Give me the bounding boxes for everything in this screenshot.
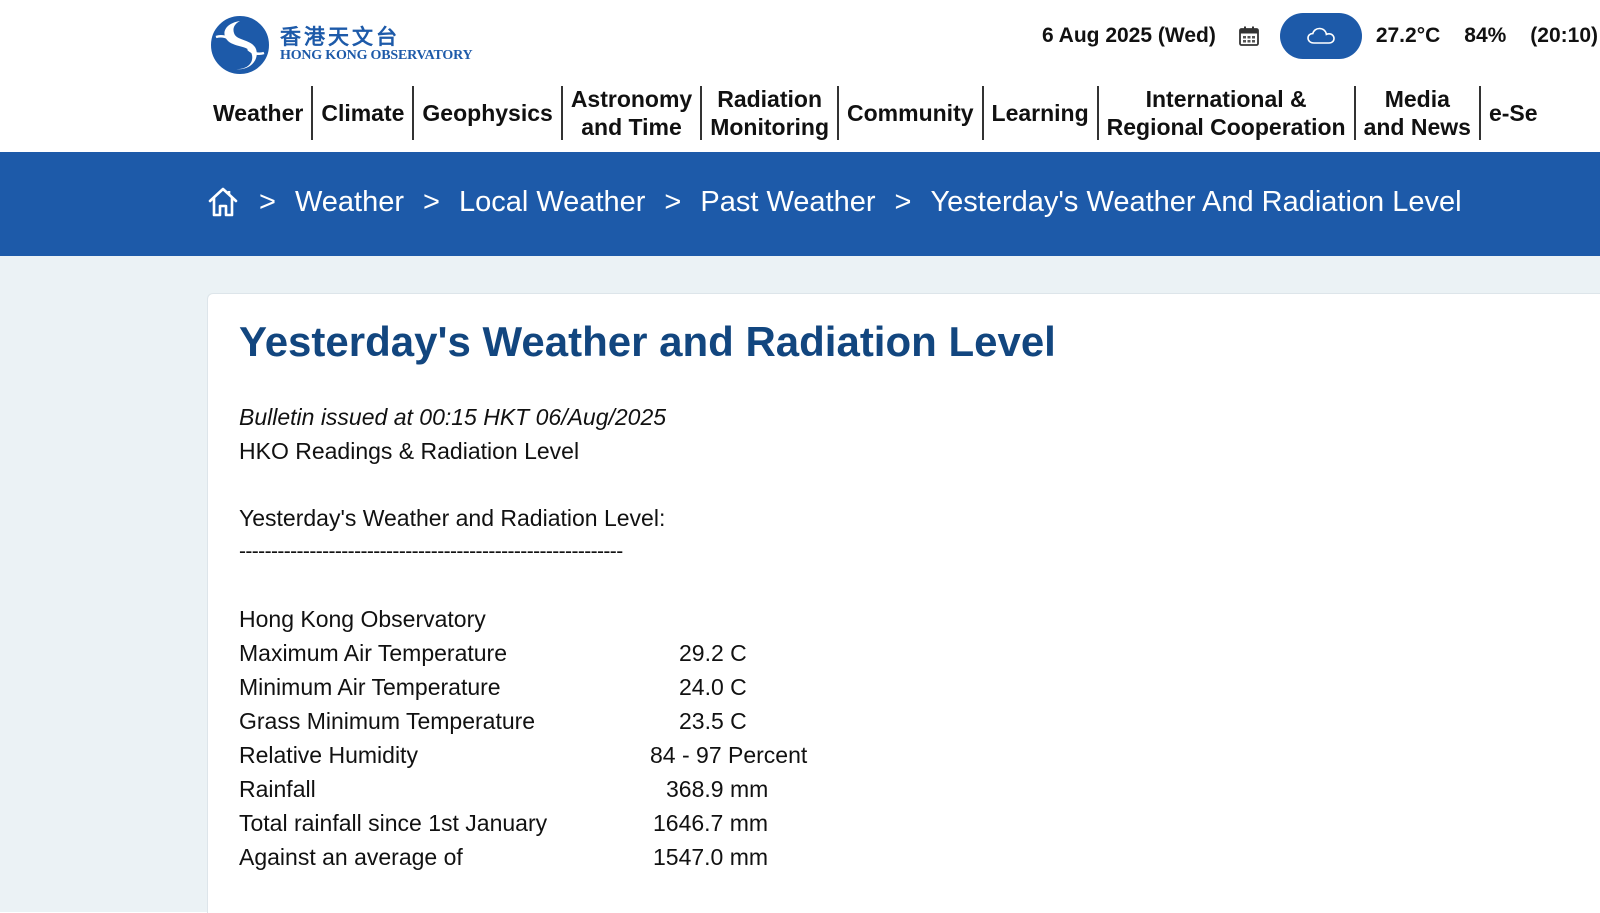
breadcrumb-separator: > [664,185,682,218]
current-time: (20:10) [1530,24,1598,47]
current-temperature: 27.2°C [1375,24,1441,47]
nav-label: Community [847,100,974,126]
nav-label: e-Se [1488,100,1538,126]
reading-value: 23.5 C [679,708,747,734]
bulletin-issued-time: Bulletin issued at 00:15 HKT 06/Aug/2025 [239,404,667,430]
reading-row: Relative Humidity 84 - 97 Percent [239,738,807,772]
breadcrumb-past-weather[interactable]: Past Weather [700,186,875,219]
reading-value: 1646.7 mm [653,810,769,836]
reading-label: Minimum Air Temperature [239,674,501,700]
nav-label-line1: Astronomy [570,86,693,112]
nav-weather[interactable]: Weather [205,86,311,140]
calendar-icon[interactable] [1238,25,1260,47]
breadcrumb-separator: > [259,185,276,218]
reading-row: Maximum Air Temperature 29.2 C [239,636,747,670]
reading-label: Against an average of [239,844,463,870]
reading-row: Grass Minimum Temperature 23.5 C [239,704,747,738]
site-header: 香港天文台 HONG KONG OBSERVATORY 6 Aug 2025 (… [0,0,1600,152]
reading-row: Against an average of 1547.0 mm [239,840,768,874]
reading-row: Total rainfall since 1st January 1646.7 … [239,806,768,840]
breadcrumb: > Weather > Local Weather > Past Weather… [206,152,1462,252]
home-icon[interactable] [206,185,240,219]
reading-label: Grass Minimum Temperature [239,708,536,734]
nav-label-line2: and Time [581,114,682,140]
nav-label-line1: Radiation [717,86,822,112]
breadcrumb-separator: > [423,185,440,218]
cloud-icon [1307,27,1335,44]
content-card: Yesterday's Weather and Radiation Level … [207,293,1600,913]
logo-text: 香港天文台 HONG KONG OBSERVATORY [280,25,473,64]
reading-value: 1547.0 mm [653,844,769,870]
reading-row: Minimum Air Temperature 24.0 C [239,670,747,704]
reading-label: Rainfall [239,776,316,802]
reading-row: Rainfall 368.9 mm [239,772,768,806]
reading-value: 24.0 C [679,674,747,700]
nav-label-line2: and News [1363,114,1471,140]
current-humidity: 84% [1464,24,1507,47]
hko-logo[interactable]: 香港天文台 HONG KONG OBSERVATORY [206,14,486,76]
reading-value: 84 - 97 Percent [650,742,808,768]
current-weather-info: 6 Aug 2025 (Wed) 27.2°C 84% (20:10) [1042,12,1600,60]
nav-label-line1: International & [1145,86,1307,112]
nav-geophysics[interactable]: Geophysics [412,86,560,140]
nav-international-cooperation[interactable]: International & Regional Cooperation [1096,86,1354,140]
bulletin-subtitle: HKO Readings & Radiation Level [239,438,580,464]
weather-status-button[interactable] [1279,13,1362,59]
page-title: Yesterday's Weather and Radiation Level [239,318,1056,365]
nav-label-line2: Regional Cooperation [1106,114,1346,140]
breadcrumb-current-page: Yesterday's Weather And Radiation Level [930,185,1462,218]
nav-media-and-news[interactable]: Media and News [1353,86,1479,140]
current-date: 6 Aug 2025 (Wed) [1041,24,1216,47]
breadcrumb-local-weather[interactable]: Local Weather [459,186,645,219]
nav-label: Weather [213,100,304,126]
reading-value: 368.9 mm [666,776,769,802]
nav-astronomy-and-time[interactable]: Astronomy and Time [560,86,700,140]
breadcrumb-bar: > Weather > Local Weather > Past Weather… [0,152,1600,256]
nav-label-line1: Media [1384,86,1450,112]
breadcrumb-separator: > [894,185,912,218]
hko-logo-icon [211,16,269,74]
nav-climate[interactable]: Climate [311,86,412,140]
nav-label: Geophysics [422,100,553,126]
reading-label: Relative Humidity [239,742,418,768]
nav-label: Learning [991,100,1089,126]
section-heading: Yesterday's Weather and Radiation Level: [239,505,666,531]
reading-label: Total rainfall since 1st January [239,810,548,836]
station-name: Hong Kong Observatory [239,606,486,632]
nav-radiation-monitoring[interactable]: Radiation Monitoring [700,86,837,140]
main-nav: Weather Climate Geophysics Astronomy and… [205,86,1546,140]
nav-community[interactable]: Community [837,86,982,140]
breadcrumb-weather[interactable]: Weather [295,186,404,219]
section-divider: ----------------------------------------… [239,540,623,563]
logo-english-name: HONG KONG OBSERVATORY [280,48,473,63]
reading-value: 29.2 C [679,640,747,666]
nav-learning[interactable]: Learning [981,86,1097,140]
logo-chinese-name: 香港天文台 [280,25,400,49]
nav-label-line2: Monitoring [710,114,830,140]
reading-label: Maximum Air Temperature [239,640,507,666]
nav-e-services[interactable]: e-Se [1478,86,1546,140]
nav-label: Climate [321,100,405,126]
